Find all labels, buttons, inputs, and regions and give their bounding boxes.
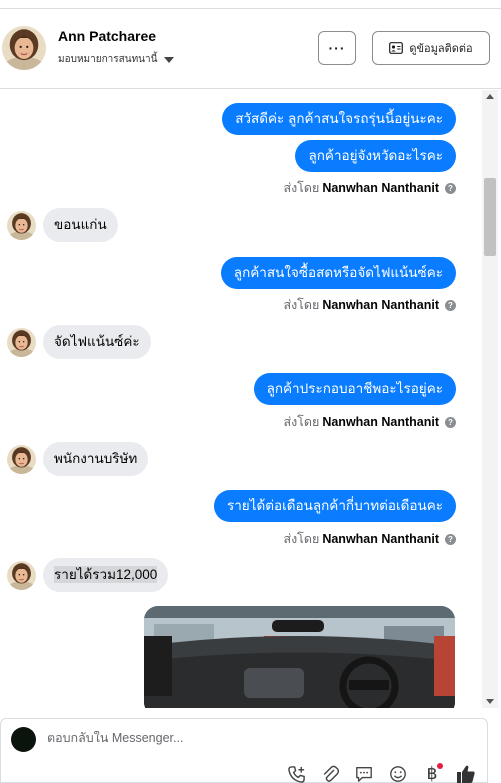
view-contact-button[interactable]: ดูข้อมูลติดต่อ [372, 31, 490, 65]
saved-reply-icon[interactable] [353, 763, 375, 783]
reply-input[interactable] [47, 731, 467, 745]
message-bubble[interactable]: จัดไฟแน้นซ์ค่ะ [43, 325, 151, 359]
message-bubble[interactable]: ขอนแก่น [43, 208, 118, 242]
help-icon[interactable]: ? [445, 416, 456, 428]
view-contact-label: ดูข้อมูลติดต่อ [409, 43, 473, 55]
conversation-header: Ann Patcharee มอบหมายการสนทนานี้ ··· ดูข… [0, 9, 501, 89]
assign-conversation-label: มอบหมายการสนทนานี้ [58, 54, 158, 65]
scroll-down-arrow-icon[interactable] [486, 699, 494, 704]
message-bubble[interactable]: สวัสดีค่ะ ลูกค้าสนใจรถรุ่นนี้อยู่นะคะ [222, 103, 456, 135]
more-options-icon: ··· [328, 40, 346, 56]
message-incoming: รายได้รวม12,000 [7, 558, 169, 592]
help-icon[interactable]: ? [445, 299, 456, 311]
contact-avatar-small[interactable] [7, 445, 36, 474]
car-interior-photo[interactable] [144, 606, 455, 708]
contact-avatar-small[interactable] [7, 561, 36, 590]
contact-avatar[interactable] [2, 26, 46, 70]
scroll-up-arrow-icon[interactable] [486, 94, 494, 99]
sent-by-agent: Nanwhan Nanthanit [322, 532, 439, 546]
baht-symbol: ฿ [426, 764, 438, 783]
message-incoming: จัดไฟแน้นซ์ค่ะ [7, 325, 151, 359]
baht-payment-icon[interactable]: ฿ [421, 763, 443, 783]
highlighted-text: รายได้รวม12,000 [54, 566, 158, 583]
message-outgoing: ลูกค้าสนใจซื้อสดหรือจัดไฟแน้นซ์คะ [220, 257, 456, 289]
sent-by-agent: Nanwhan Nanthanit [322, 298, 439, 312]
contact-card-icon [389, 42, 404, 54]
add-call-icon[interactable] [285, 763, 307, 783]
message-incoming: พนักงานบริษัท [7, 442, 149, 476]
sent-by-agent: Nanwhan Nanthanit [322, 181, 439, 195]
message-bubble[interactable]: ลูกค้าอยู่จังหวัดอะไรคะ [295, 140, 456, 172]
sent-by-label: ส่งโดย Nanwhan Nanthanit ? [283, 529, 456, 549]
message-incoming: ขอนแก่น [7, 208, 118, 242]
contact-name[interactable]: Ann Patcharee [58, 28, 156, 44]
message-outgoing: รายได้ต่อเดือนลูกค้ากี่บาทต่อเดือนคะ [213, 490, 456, 522]
message-outgoing: ลูกค้าประกอบอาชีพอะไรอยู่คะ [253, 373, 456, 405]
scrollbar-thumb[interactable] [484, 178, 496, 256]
sent-by-prefix: ส่งโดย [283, 181, 320, 195]
sent-by-label: ส่งโดย Nanwhan Nanthanit ? [283, 412, 456, 432]
contact-avatar-small[interactable] [7, 328, 36, 357]
message-outgoing: ลูกค้าอยู่จังหวัดอะไรคะ [295, 140, 456, 172]
message-thread: สวัสดีค่ะ ลูกค้าสนใจรถรุ่นนี้อยู่นะคะ ลู… [0, 90, 482, 708]
sent-by-label: ส่งโดย Nanwhan Nanthanit ? [283, 178, 456, 198]
assign-conversation-dropdown[interactable]: มอบหมายการสนทนานี้ [58, 52, 175, 67]
caret-down-icon [164, 56, 175, 63]
message-scrollbar[interactable] [482, 90, 498, 708]
reply-composer: ฿ [0, 718, 488, 783]
more-options-button[interactable]: ··· [318, 31, 356, 65]
like-icon[interactable] [455, 763, 477, 783]
message-bubble[interactable]: รายได้ต่อเดือนลูกค้ากี่บาทต่อเดือนคะ [213, 490, 456, 522]
message-bubble[interactable]: พนักงานบริษัท [43, 442, 149, 476]
attachment-icon[interactable] [319, 763, 341, 783]
help-icon[interactable]: ? [445, 533, 456, 545]
sent-by-label: ส่งโดย Nanwhan Nanthanit ? [283, 295, 456, 315]
sent-by-prefix: ส่งโดย [283, 415, 320, 429]
message-bubble[interactable]: ลูกค้าประกอบอาชีพอะไรอยู่คะ [253, 373, 456, 405]
message-outgoing: สวัสดีค่ะ ลูกค้าสนใจรถรุ่นนี้อยู่นะคะ [222, 103, 456, 135]
help-icon[interactable]: ? [445, 182, 456, 194]
emoji-icon[interactable] [387, 763, 409, 783]
message-bubble[interactable]: ลูกค้าสนใจซื้อสดหรือจัดไฟแน้นซ์คะ [220, 257, 456, 289]
sent-by-prefix: ส่งโดย [283, 532, 320, 546]
composer-toolbar: ฿ [285, 763, 477, 783]
sent-by-prefix: ส่งโดย [283, 298, 320, 312]
notification-dot [437, 763, 443, 769]
top-border [0, 0, 501, 9]
contact-avatar-small[interactable] [7, 211, 36, 240]
page-avatar [11, 727, 36, 752]
message-bubble[interactable]: รายได้รวม12,000 [43, 558, 169, 592]
sent-by-agent: Nanwhan Nanthanit [322, 415, 439, 429]
